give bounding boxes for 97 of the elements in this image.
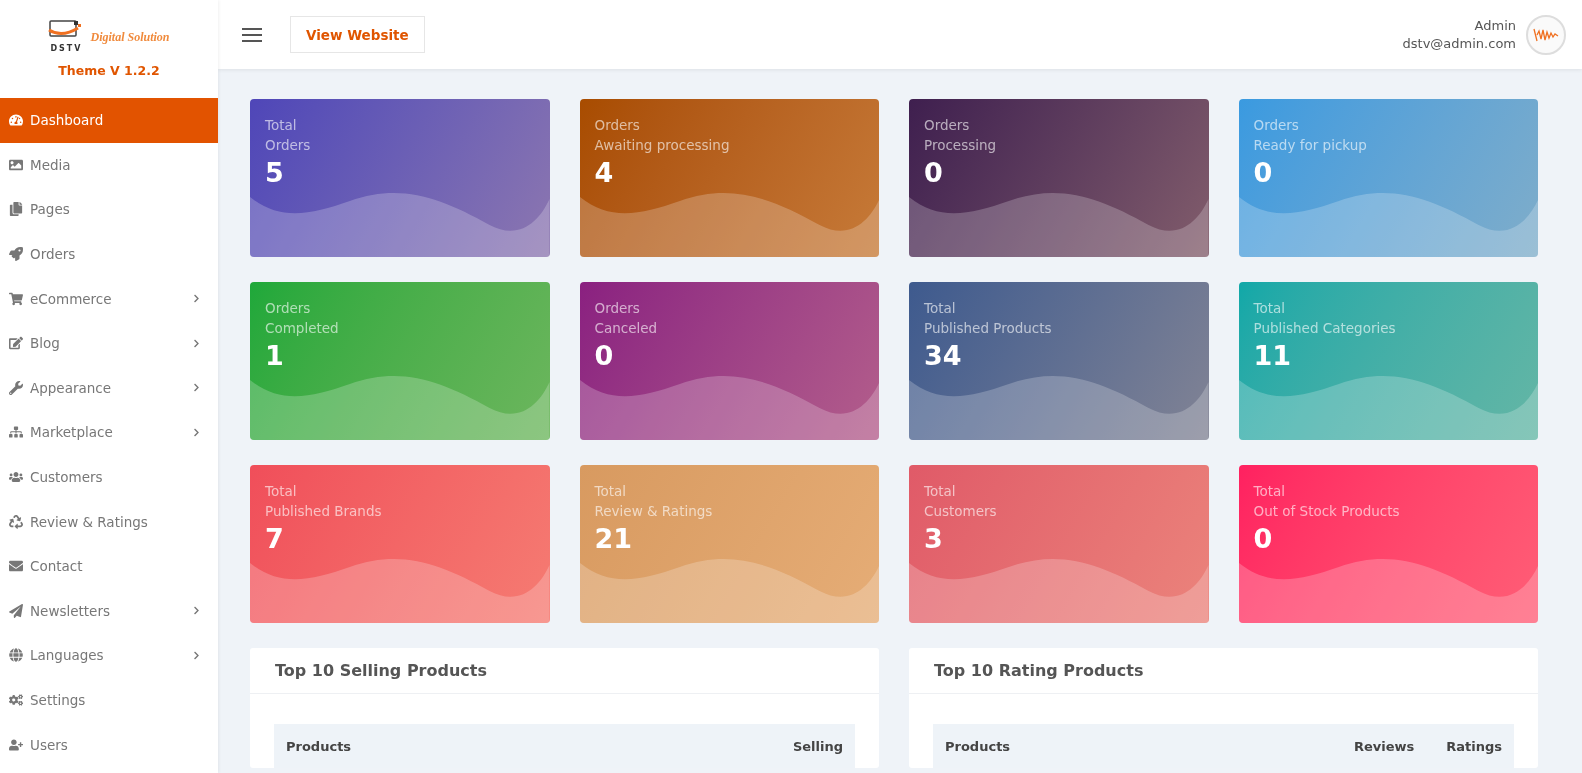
logo-mark: DSTV: [50, 44, 83, 53]
gears-icon: [9, 693, 23, 707]
column-header: Ratings: [1446, 738, 1502, 754]
sidebar-item-label: Newsletters: [30, 602, 111, 619]
sidebar-item-label: Languages: [30, 647, 105, 664]
stat-label: Published Brands: [265, 502, 383, 521]
envelope-icon: [9, 559, 23, 574]
edit-icon: [9, 336, 23, 351]
column-header: Reviews: [1353, 738, 1415, 754]
stat-value: 0: [594, 339, 614, 373]
cart-icon: [9, 291, 23, 306]
avatar-logo-icon: [1533, 26, 1559, 43]
sidebar-item-label: Customers: [30, 469, 104, 486]
sidebar-item-label: Marketplace: [30, 424, 114, 441]
sidebar-item[interactable]: Pages: [0, 187, 218, 232]
gauge-icon: [9, 113, 23, 128]
stat-label: Total: [1253, 482, 1287, 501]
sidebar-item[interactable]: Newsletters: [0, 588, 218, 634]
stat-value: 4: [594, 156, 614, 190]
sidebar-item[interactable]: Settings: [0, 677, 218, 723]
image-icon: [9, 157, 23, 172]
sidebar-item[interactable]: Marketplace: [0, 410, 218, 455]
stat-label: Total: [1253, 299, 1287, 318]
column-header: Products: [286, 738, 353, 754]
rocket-icon: [9, 247, 23, 262]
stat-label: Ready for pickup: [1253, 136, 1368, 155]
stat-label: Orders: [1253, 116, 1300, 135]
stat-value: 0: [1253, 156, 1273, 190]
theme-version: Theme V 1.2.2: [58, 63, 160, 78]
sidebar-item[interactable]: Appearance: [0, 365, 218, 411]
stat-value: 5: [265, 156, 284, 190]
stat-value: 7: [265, 522, 284, 556]
menu-icon[interactable]: [242, 27, 262, 42]
stat-label: Published Categories: [1253, 319, 1397, 338]
sidebar-item[interactable]: Media: [0, 142, 218, 188]
column-header: Selling: [792, 738, 843, 754]
stat-label: Total: [924, 482, 957, 501]
sidebar-item[interactable]: Dashboard: [0, 98, 218, 143]
sidebar-item[interactable]: eCommerce: [0, 276, 218, 321]
sidebar-item-label: Review & Ratings: [30, 513, 149, 530]
stat-label: Orders: [924, 116, 971, 135]
sidebar-item[interactable]: Customers: [0, 454, 218, 500]
stat-label: Processing: [924, 136, 998, 155]
stat-value: 1: [265, 339, 284, 373]
globe-icon: [9, 648, 23, 663]
sidebar-item-label: Blog: [30, 335, 61, 352]
user-plus-icon: [9, 737, 23, 752]
stat-value: 0: [924, 156, 943, 190]
pages-icon: [9, 202, 23, 217]
sidebar-item[interactable]: Languages: [0, 633, 218, 678]
sidebar-item-label: Settings: [30, 692, 87, 708]
sidebar-item[interactable]: Users: [0, 722, 218, 767]
stat-value: 3: [924, 522, 943, 556]
sidebar-item-label: Contact: [30, 558, 84, 575]
sidebar-item-label: Media: [30, 156, 72, 173]
avatar[interactable]: [1526, 14, 1566, 55]
stat-label: Total: [594, 482, 628, 501]
stat-label: Canceled: [594, 319, 659, 338]
stat-value: 21: [594, 522, 633, 556]
stat-label: Awaiting processing: [594, 136, 731, 155]
sidebar-item-label: Appearance: [30, 379, 113, 396]
user-email: dstv@admin.com: [1402, 36, 1516, 51]
sidebar-item-label: eCommerce: [30, 290, 113, 307]
stat-value: 11: [1253, 339, 1292, 373]
stat-label: Completed: [265, 319, 340, 338]
sidebar-item-label: Pages: [30, 201, 71, 218]
sidebar-item[interactable]: Contact: [0, 543, 218, 589]
stat-label: Orders: [265, 299, 312, 318]
sitemap-icon: [9, 425, 23, 440]
sidebar-item-label: Users: [30, 736, 69, 753]
stat-label: Orders: [265, 136, 312, 155]
users-icon: [9, 470, 23, 485]
stat-label: Orders: [594, 116, 641, 135]
paper-plane-icon: [9, 603, 23, 618]
stat-label: Total: [265, 482, 298, 501]
wrench-icon: [9, 380, 23, 395]
stat-value: 0: [1253, 522, 1273, 556]
stat-label: Total: [265, 116, 298, 135]
stat-value: 34: [924, 339, 962, 373]
panel-title: Top 10 Rating Products: [909, 648, 1538, 694]
column-header: Products: [945, 738, 1012, 754]
stat-label: Total: [924, 299, 957, 318]
logo-tagline: Digital Solution: [90, 30, 170, 45]
stat-label: Orders: [594, 299, 641, 318]
user-name: Admin: [1474, 18, 1516, 33]
stat-label: Published Products: [924, 319, 1053, 338]
sidebar-item[interactable]: Orders: [0, 231, 218, 277]
sidebar-item-label: Orders: [30, 246, 77, 263]
sidebar-item[interactable]: Blog: [0, 320, 218, 366]
recycle-icon: [9, 514, 23, 529]
sidebar-item-label: Dashboard: [30, 112, 105, 129]
view-website-button[interactable]: View Website: [290, 16, 425, 53]
stat-label: Review & Ratings: [594, 502, 714, 521]
sidebar-item[interactable]: Review & Ratings: [0, 499, 218, 544]
panel-title: Top 10 Selling Products: [250, 648, 879, 694]
stat-label: Customers: [924, 502, 998, 521]
stat-label: Out of Stock Products: [1253, 502, 1401, 521]
